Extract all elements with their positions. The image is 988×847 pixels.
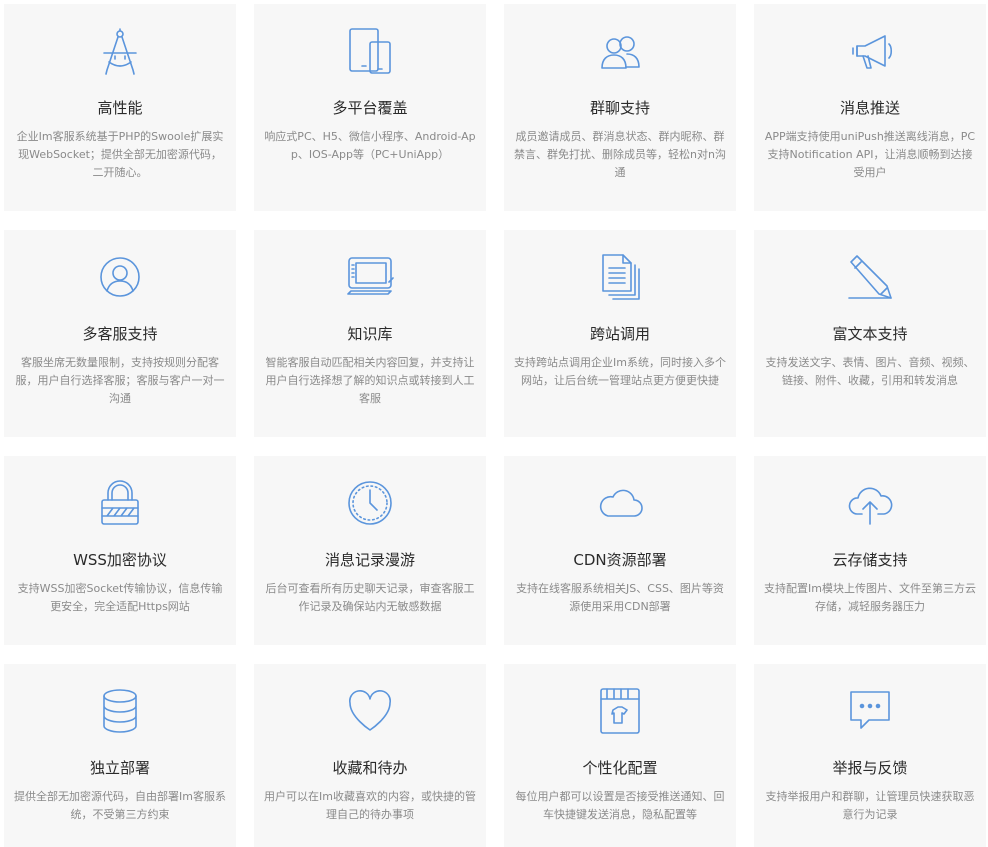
clock-icon (345, 478, 395, 528)
feature-card: 独立部署提供全部无加密源代码，自由部署Im客服系统，不受第三方约束 (4, 664, 236, 847)
feature-title: 独立部署 (89, 759, 150, 777)
feature-description: 每位用户都可以设置是否接受推送通知、回车快捷键发送消息，隐私配置等 (515, 790, 725, 821)
feature-description: 支持发送文字、表情、图片、音频、视频、链接、附件、收藏，引用和转发消息 (765, 356, 975, 387)
feature-card: WSS加密协议支持WSS加密Socket传输协议，信息传输更安全，完全适配Htt… (4, 456, 236, 645)
documents-icon (595, 252, 645, 302)
feature-title: 高性能 (97, 99, 143, 117)
user-circle-icon (95, 252, 145, 302)
heart-icon (345, 686, 395, 736)
feature-card: 收藏和待办用户可以在Im收藏喜欢的内容，或快捷的管理自己的待办事项 (254, 664, 486, 847)
cloud-upload-icon (845, 478, 895, 528)
feature-card: 富文本支持支持发送文字、表情、图片、音频、视频、链接、附件、收藏，引用和转发消息 (754, 230, 986, 437)
feature-card: 群聊支持成员邀请成员、群消息状态、群内昵称、群禁言、群免打扰、删除成员等，轻松n… (504, 4, 736, 211)
feature-title: 举报与反馈 (832, 759, 908, 777)
feature-card: 云存储支持支持配置Im模块上传图片、文件至第三方云存储，减轻服务器压力 (754, 456, 986, 645)
tablet-icon (345, 252, 395, 302)
users-icon (595, 26, 645, 76)
feature-description: 支持配置Im模块上传图片、文件至第三方云存储，减轻服务器压力 (764, 582, 976, 613)
feature-grid: 高性能企业Im客服系统基于PHP的Swoole扩展实现WebSocket；提供全… (0, 0, 988, 847)
feature-title: 富文本支持 (832, 325, 908, 343)
feature-card: 多客服支持客服坐席无数量限制，支持按规则分配客服，用户自行选择客服；客服与客户一… (4, 230, 236, 437)
padlock-icon (95, 478, 145, 528)
feature-card: 消息推送 APP端支持使用uniPush推送离线消息，PC支持Notificati… (754, 4, 986, 211)
feature-card: 高性能企业Im客服系统基于PHP的Swoole扩展实现WebSocket；提供全… (4, 4, 236, 211)
feature-description: 智能客服自动匹配相关内容回复，并支持让用户自行选择想了解的知识点或转接到人工客服 (265, 356, 475, 405)
devices-icon (345, 26, 395, 76)
feature-title: 跨站调用 (589, 325, 650, 343)
shop-icon (595, 686, 645, 736)
feature-card: 个性化配置每位用户都可以设置是否接受推送通知、回车快捷键发送消息，隐私配置等 (504, 664, 736, 847)
feature-description: APP端支持使用uniPush推送离线消息，PC支持Notification A… (764, 130, 976, 179)
feature-description: 后台可查看所有历史聊天记录，审查客服工作记录及确保站内无敏感数据 (265, 582, 475, 613)
cloud-icon (595, 478, 645, 528)
feature-title: WSS加密协议 (73, 551, 167, 569)
feature-title: 云存储支持 (832, 551, 908, 569)
feature-description: 支持WSS加密Socket传输协议，信息传输更安全，完全适配Https网站 (17, 582, 223, 613)
feature-title: 群聊支持 (589, 99, 650, 117)
feature-description: 成员邀请成员、群消息状态、群内昵称、群禁言、群免打扰、删除成员等，轻松n对n沟通 (514, 130, 726, 179)
feature-description: 支持举报用户和群聊，让管理员快速获取恶意行为记录 (765, 790, 975, 821)
feature-card: 举报与反馈支持举报用户和群聊，让管理员快速获取恶意行为记录 (754, 664, 986, 847)
pencil-icon (845, 252, 895, 302)
feature-title: 多客服支持 (82, 325, 158, 343)
feature-title: 消息记录漫游 (324, 551, 415, 569)
feature-card: 多平台覆盖响应式PC、H5、微信小程序、Android-App、IOS-App等… (254, 4, 486, 211)
database-icon (95, 686, 145, 736)
chat-bubble-icon (845, 686, 895, 736)
feature-title: 多平台覆盖 (332, 99, 408, 117)
feature-title: CDN资源部署 (573, 551, 667, 569)
megaphone-icon (845, 26, 895, 76)
feature-title: 个性化配置 (582, 759, 658, 777)
feature-card: 消息记录漫游后台可查看所有历史聊天记录，审查客服工作记录及确保站内无敏感数据 (254, 456, 486, 645)
feature-description: 支持在线客服系统相关JS、CSS、图片等资源使用采用CDN部署 (516, 582, 724, 613)
feature-description: 客服坐席无数量限制，支持按规则分配客服，用户自行选择客服；客服与客户一对一沟通 (15, 356, 225, 405)
feature-description: 用户可以在Im收藏喜欢的内容，或快捷的管理自己的待办事项 (264, 790, 476, 821)
feature-card: 知识库智能客服自动匹配相关内容回复，并支持让用户自行选择想了解的知识点或转接到人… (254, 230, 486, 437)
feature-card: 跨站调用支持跨站点调用企业Im系统，同时接入多个网站，让后台统一管理站点更方便更… (504, 230, 736, 437)
feature-description: 企业Im客服系统基于PHP的Swoole扩展实现WebSocket；提供全部无加… (16, 130, 224, 179)
feature-title: 消息推送 (839, 99, 900, 117)
feature-description: 支持跨站点调用企业Im系统，同时接入多个网站，让后台统一管理站点更方便更快捷 (514, 356, 726, 387)
feature-title: 知识库 (347, 325, 393, 343)
feature-description: 提供全部无加密源代码，自由部署Im客服系统，不受第三方约束 (14, 790, 226, 821)
feature-title: 收藏和待办 (332, 759, 408, 777)
feature-card: CDN资源部署支持在线客服系统相关JS、CSS、图片等资源使用采用CDN部署 (504, 456, 736, 645)
compass-icon (95, 26, 145, 76)
feature-description: 响应式PC、H5、微信小程序、Android-App、IOS-App等（PC+U… (264, 130, 476, 161)
